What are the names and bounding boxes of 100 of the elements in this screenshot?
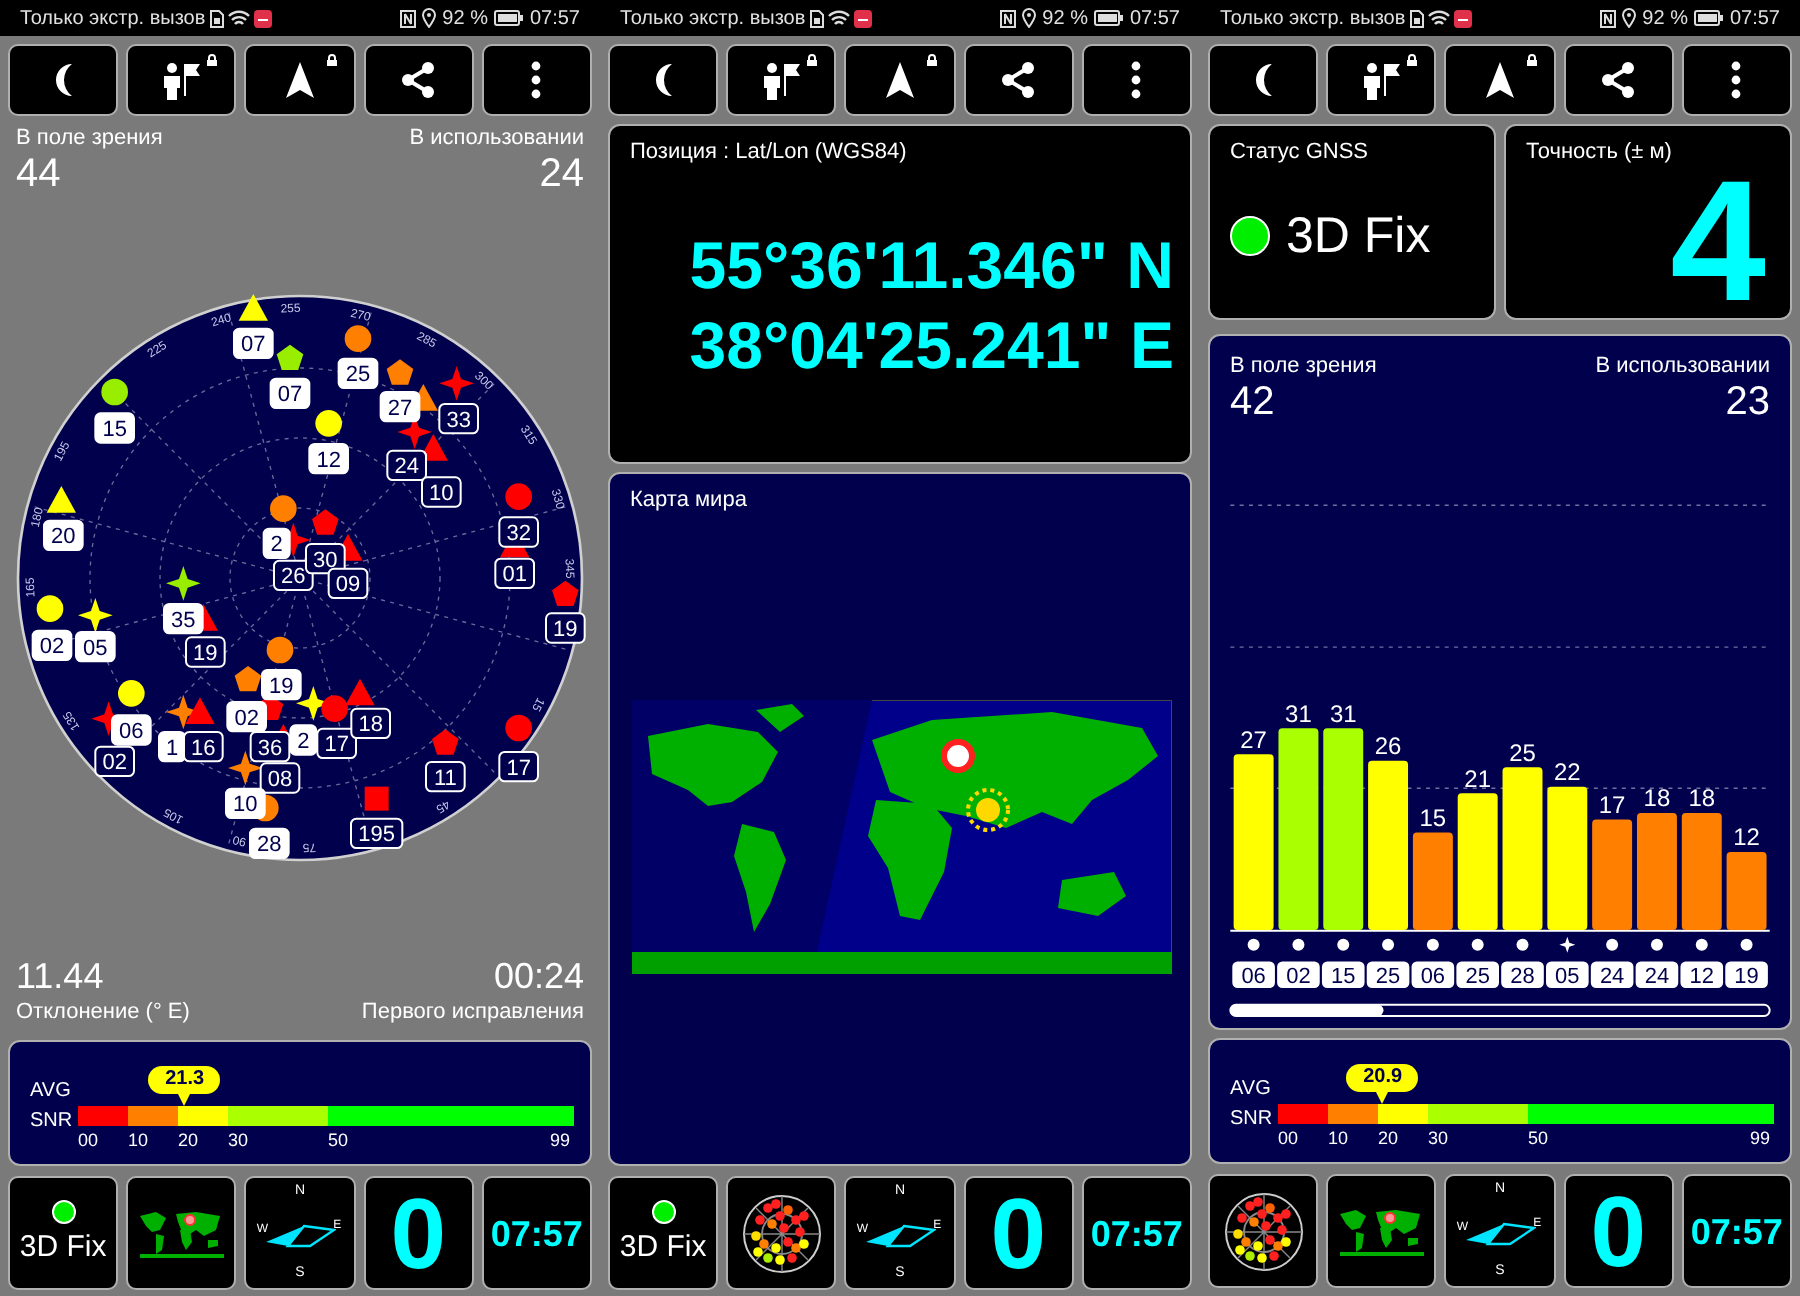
satellite-label: 30 (305, 543, 346, 575)
widget-tile[interactable]: 3D Fix (8, 1176, 119, 1290)
clock-time: 07:57 (490, 1211, 583, 1255)
satellite-label: 36 (249, 731, 291, 763)
world-map-icon (1335, 1205, 1428, 1257)
person-flag-icon (1359, 60, 1404, 100)
widget-tile[interactable]: 07:57 (1081, 1176, 1193, 1290)
satellite-id-label: 12 (1680, 961, 1724, 990)
counts-label: В поле зрения (16, 124, 163, 152)
satellite-label: 1 (158, 731, 186, 763)
snr-tick-label: 99 (550, 1128, 571, 1152)
widget-tile[interactable]: 3D Fix (608, 1176, 719, 1290)
bar (1592, 819, 1633, 931)
toolbar-button[interactable] (1681, 44, 1793, 116)
snr-tick-label: 30 (1428, 1126, 1449, 1150)
satellite-label: 10 (225, 787, 266, 819)
satellite-label: 17 (498, 751, 539, 783)
speed-value: 0 (990, 1181, 1047, 1285)
widget-tile[interactable]: 07:57 (1681, 1174, 1793, 1288)
toolbar-button[interactable] (1563, 44, 1674, 116)
toolbar-button[interactable] (1208, 44, 1319, 116)
bar-value-label: 17 (1598, 790, 1626, 819)
toolbar-button[interactable] (8, 44, 119, 116)
satellite-id-label: 06 (1411, 961, 1455, 990)
x-tick-label: 19 (1734, 965, 1759, 990)
person-flag-icon (759, 60, 804, 100)
more-icon (530, 60, 543, 100)
satellite-label: 17 (316, 727, 357, 759)
counts-label: В поле зрения (1230, 352, 1377, 380)
widget-tile[interactable]: 0 (1563, 1174, 1674, 1288)
widget-tile[interactable] (726, 1176, 837, 1290)
x-tick-label: 15 (1331, 965, 1356, 990)
speed-value: 0 (1590, 1179, 1647, 1283)
toolbar-button[interactable] (844, 44, 956, 116)
status-text: Только экстр. вызов (20, 5, 206, 33)
person-flag-icon (159, 60, 204, 100)
navigation-arrow-icon (1480, 60, 1520, 100)
toolbar-button[interactable] (244, 44, 356, 116)
in-use-count: 24 (539, 152, 584, 196)
satellite-label: 19 (261, 669, 302, 701)
app-icon (1453, 9, 1472, 27)
toolbar-button[interactable] (608, 44, 719, 116)
toolbar-button[interactable] (126, 44, 237, 116)
x-tick-label: 02 (1286, 965, 1311, 990)
toolbar-button[interactable] (1326, 44, 1437, 116)
nfc-icon (400, 9, 417, 27)
accuracy-value: 4 (1670, 170, 1768, 314)
x-tick-label: 25 (1465, 965, 1490, 990)
radar-drawing (1221, 1189, 1306, 1273)
first-fix-label: Первого исправления (361, 998, 584, 1026)
toolbar-button[interactable] (726, 44, 837, 116)
satellite-label: 02 (226, 701, 267, 733)
wifi-icon (827, 9, 850, 27)
widget-tile[interactable]: 0 (363, 1176, 474, 1290)
wifi-icon (1427, 9, 1450, 27)
satellite-label: 25 (337, 357, 379, 389)
declination-label: Отклонение (° E) (16, 998, 190, 1026)
toolbar-button[interactable] (481, 44, 593, 116)
satellite-label: 19 (545, 612, 586, 644)
satellite-id-label: 25 (1456, 961, 1499, 990)
satellite-dot-icon (1337, 938, 1350, 951)
bar-value-label: 12 (1733, 823, 1760, 852)
in-view-count: 42 (1230, 380, 1277, 424)
widget-tile[interactable]: 07:57 (481, 1176, 593, 1290)
satellite-label: 195 (350, 817, 404, 849)
latitude-value: 55°36'11.346" N (687, 226, 1176, 306)
satellite-dot-icon (1292, 938, 1305, 951)
declination-value: 11.44 (16, 956, 106, 998)
bar-value-label: 18 (1643, 784, 1671, 813)
lock-icon (1525, 54, 1538, 66)
bar-value-label: 15 (1419, 803, 1447, 832)
snr-color-segment (128, 1106, 178, 1126)
toolbar-button[interactable] (963, 44, 1074, 116)
widget-tile[interactable] (1208, 1174, 1319, 1288)
toolbar-button[interactable] (1081, 44, 1193, 116)
satellite-id-label: 25 (1366, 961, 1410, 990)
battery-percent: 92 % (1642, 5, 1688, 33)
bar (1636, 812, 1677, 931)
counts-label: В использовании (1595, 352, 1770, 380)
satellite-dot-icon (1382, 938, 1395, 951)
snr-tick-label: 20 (1378, 1126, 1399, 1150)
card-title: Карта мира (628, 486, 749, 514)
lock-icon (206, 54, 219, 66)
snr-color-segment (1328, 1104, 1378, 1124)
satellite-label: 18 (350, 707, 391, 739)
radar-drawing (739, 1191, 824, 1275)
satellite-dot-icon (1650, 938, 1663, 951)
toolbar-button[interactable] (363, 44, 474, 116)
snr-caption: AVG (30, 1078, 73, 1106)
sim-card-icon (1409, 9, 1424, 27)
card-title: Статус GNSS (1228, 138, 1371, 166)
widget-tile[interactable] (1326, 1174, 1437, 1288)
widget-tile[interactable]: 0 (963, 1176, 1074, 1290)
satellite-id-label: 02 (1277, 961, 1320, 990)
app-icon (253, 9, 272, 27)
x-tick-label: 25 (1375, 965, 1401, 990)
x-tick-label: 28 (1510, 965, 1535, 990)
toolbar-button[interactable] (1444, 44, 1556, 116)
widget-tile[interactable] (126, 1176, 237, 1290)
snr-tick-label: 10 (1328, 1126, 1349, 1150)
